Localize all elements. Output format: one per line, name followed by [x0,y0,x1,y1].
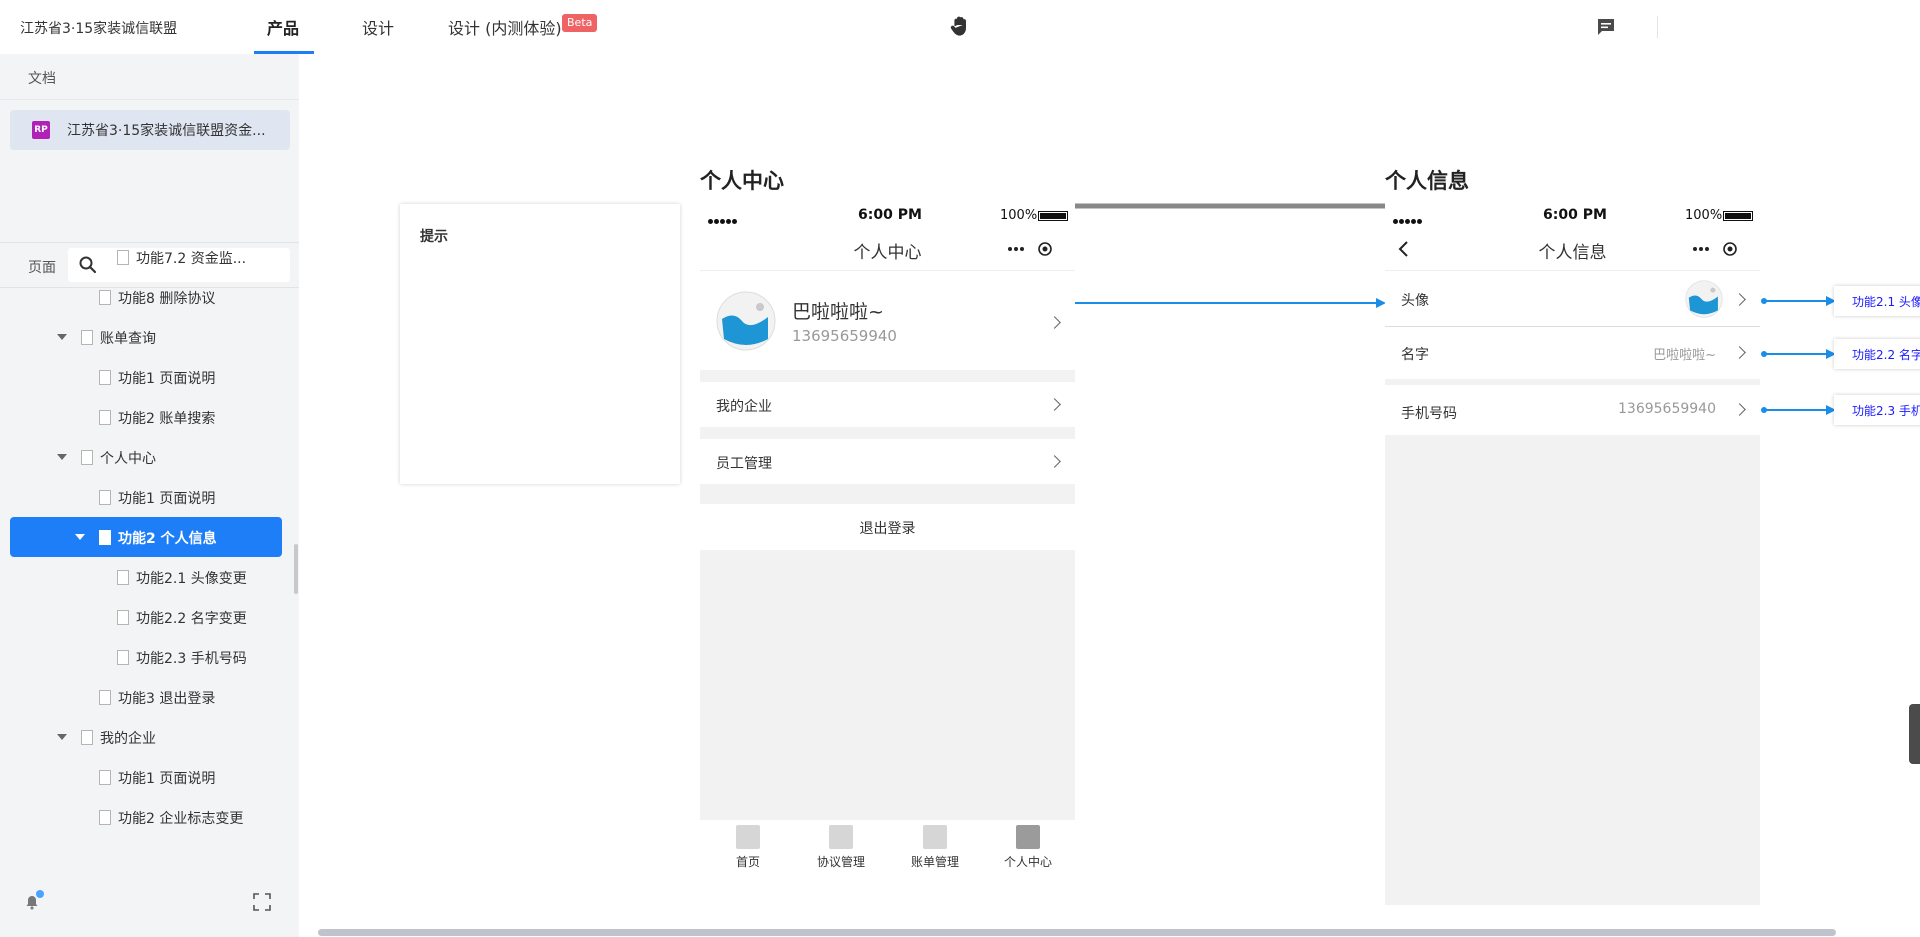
profile-phone: 13695659940 [792,327,897,345]
screen-title: 个人信息 [1385,169,1469,193]
separator [700,427,1075,439]
more-icon[interactable] [1000,238,1060,260]
row-phone[interactable]: 手机号码 13695659940 [1385,385,1760,435]
tabbar-label: 账单管理 [910,855,959,869]
profile-card[interactable]: 巴啦啦啦~ 13695659940 [700,271,1075,375]
battery-icon [1723,211,1753,221]
status-time: 6:00 PM [858,207,922,223]
separator [700,370,1075,382]
row-avatar[interactable]: 头像 [1385,271,1760,327]
link-start-dot [1761,351,1767,357]
profile-icon [1016,825,1040,849]
menu-item-staff-management[interactable]: 员工管理 [700,439,1075,484]
tab-bar: 首页 协议管理 账单管理 个人中心 [700,825,1075,872]
horizontal-scrollbar[interactable] [318,929,1836,936]
empty-area [1385,435,1760,905]
chevron-right-icon [1048,316,1061,329]
signal-icon [1393,212,1423,228]
note-name-change[interactable]: 功能2.2 名字 [1834,339,1920,369]
avatar-icon [716,291,776,351]
status-bar: 6:00 PM 100% [700,205,1075,227]
note-avatar-change[interactable]: 功能2.1 头像 [1834,286,1920,316]
signal-icon [708,212,738,228]
status-time: 6:00 PM [1543,207,1607,223]
chevron-right-icon [1048,455,1061,468]
link-start-dot [1761,407,1767,413]
battery-percent: 100% [1000,208,1038,223]
nav-bar: 个人信息 [1385,227,1760,271]
phone-screen-personal-info: 6:00 PM 100% 个人信息 头像 名字 巴啦啦啦~ 手机号码 13695… [1385,205,1760,905]
home-icon [736,825,760,849]
nav-bar: 个人中心 [700,227,1075,271]
logout-label: 退出登录 [859,521,916,537]
logout-button[interactable]: 退出登录 [700,504,1075,550]
row-value: 13695659940 [1618,401,1716,417]
status-bar: 6:00 PM 100% [1385,205,1760,227]
profile-name: 巴啦啦啦~ [792,301,884,323]
row-name[interactable]: 名字 巴啦啦啦~ [1385,327,1760,379]
tabbar-bills[interactable]: 账单管理 [895,825,975,870]
separator [700,484,1075,504]
chevron-right-icon [1048,398,1061,411]
side-panel-handle[interactable] [1909,704,1920,764]
row-label: 名字 [1401,347,1429,363]
row-label: 头像 [1401,293,1429,309]
screen-title: 个人中心 [700,169,784,193]
agreement-icon [829,825,853,849]
tabbar-personal-center[interactable]: 个人中心 [988,825,1068,870]
tabbar-label: 个人中心 [1003,855,1052,869]
tabbar-agreements[interactable]: 协议管理 [801,825,881,870]
more-icon[interactable] [1685,238,1745,260]
menu-item-label: 我的企业 [716,399,772,415]
tabbar-label: 协议管理 [816,855,865,869]
empty-area [700,550,1075,820]
tabbar-home[interactable]: 首页 [708,825,788,870]
avatar-icon [1685,280,1723,318]
chevron-right-icon [1733,346,1746,359]
chevron-right-icon [1733,293,1746,306]
row-label: 手机号码 [1401,406,1457,422]
menu-item-my-enterprise[interactable]: 我的企业 [700,382,1075,427]
menu-item-label: 员工管理 [716,456,772,472]
battery-percent: 100% [1685,208,1723,223]
link-start-dot [1761,298,1767,304]
tabbar-label: 首页 [735,855,760,869]
chevron-right-icon [1733,403,1746,416]
battery-icon [1038,211,1068,221]
phone-screen-personal-center: 6:00 PM 100% 个人中心 巴啦啦啦~ 13695659940 我的企业… [700,205,1075,872]
bill-icon [923,825,947,849]
row-value: 巴啦啦啦~ [1653,348,1716,363]
note-phone-number[interactable]: 功能2.3 手机 [1834,395,1920,425]
